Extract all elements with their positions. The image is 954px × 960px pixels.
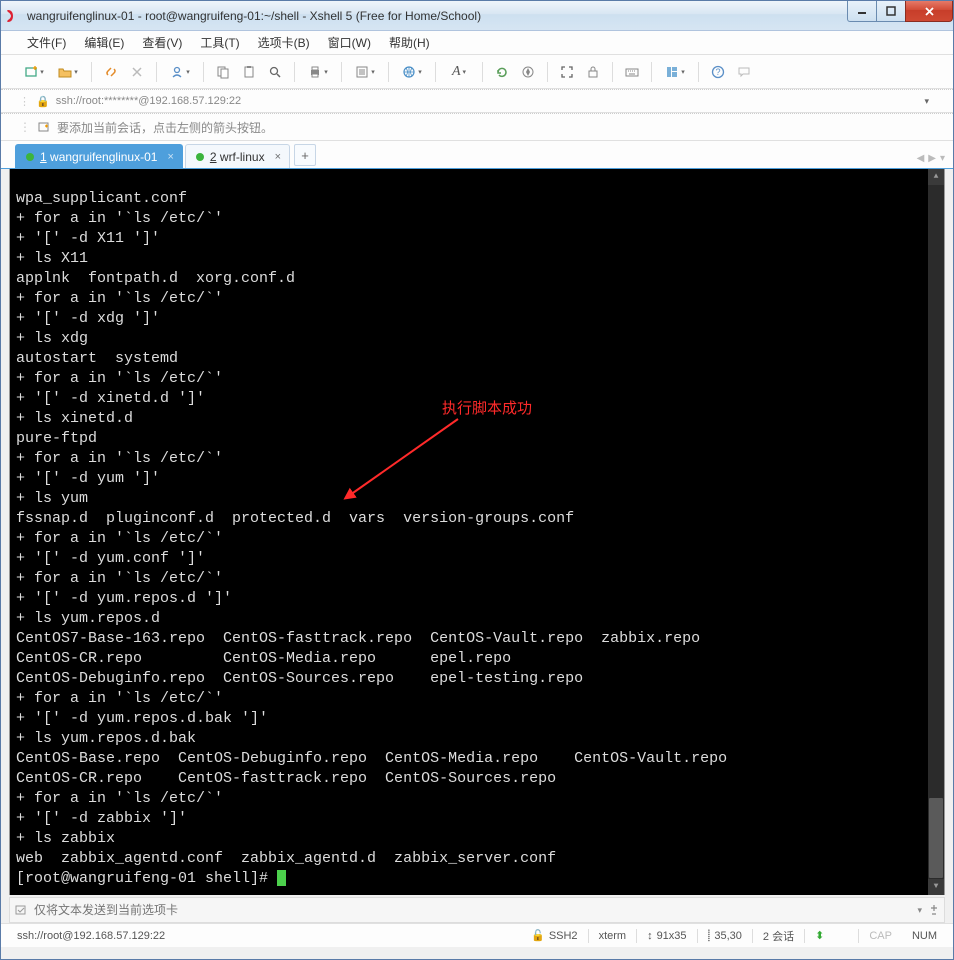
reconnect-button[interactable] — [100, 61, 122, 83]
toolbar-separator — [435, 62, 436, 82]
menu-tabs[interactable]: 选项卡(B) — [250, 32, 318, 53]
scroll-up-button[interactable]: ▲ — [928, 169, 944, 185]
menu-view[interactable]: 查看(V) — [134, 32, 190, 53]
profile-button[interactable] — [165, 61, 195, 83]
minimize-button[interactable] — [847, 1, 877, 22]
tab-next-button[interactable]: ▶ — [928, 153, 936, 164]
window-controls — [848, 1, 953, 23]
annotation-arrow — [340, 413, 470, 503]
scroll-thumb[interactable] — [929, 798, 943, 878]
status-bar: ssh://root@192.168.57.129:22 🔓SSH2 xterm… — [1, 923, 953, 947]
menu-file[interactable]: 文件(F) — [19, 32, 74, 53]
close-button[interactable] — [905, 1, 953, 22]
menu-window[interactable]: 窗口(W) — [320, 32, 379, 53]
send-bar: ▾ — [9, 897, 945, 923]
toolbar-separator — [651, 62, 652, 82]
refresh-button[interactable] — [491, 61, 513, 83]
toolbar-separator — [612, 62, 613, 82]
address-dropdown[interactable]: ▾ — [924, 96, 929, 107]
fullscreen-button[interactable] — [556, 61, 578, 83]
new-session-button[interactable] — [19, 61, 49, 83]
help-button[interactable]: ? — [707, 61, 729, 83]
chat-button[interactable] — [733, 61, 755, 83]
annotation-text: 执行脚本成功 — [442, 399, 532, 419]
status-dot-icon — [26, 153, 34, 161]
tab-bar: 1 wangruifenglinux-01 × 2 wrf-linux × + … — [1, 141, 953, 169]
send-input[interactable] — [34, 903, 911, 917]
tab-label: 2 wrf-linux — [210, 150, 265, 164]
disconnect-button[interactable] — [126, 61, 148, 83]
font-button[interactable]: A — [444, 61, 474, 83]
paste-button[interactable] — [238, 61, 260, 83]
toolbar-separator — [203, 62, 204, 82]
terminal-output: wpa_supplicant.conf + for a in '`ls /etc… — [16, 190, 727, 867]
new-tab-button[interactable]: + — [294, 144, 316, 166]
terminal-prompt: [root@wangruifeng-01 shell]# — [16, 870, 277, 887]
send-dropdown[interactable]: ▾ — [917, 905, 922, 916]
status-traffic: ⬍ — [815, 929, 848, 942]
window-titlebar: wangruifenglinux-01 - root@wangruifeng-0… — [1, 1, 953, 31]
address-bar: ⋮ 🔒 ssh://root:********@192.168.57.129:2… — [1, 89, 953, 113]
tab-prev-button[interactable]: ◀ — [917, 153, 925, 164]
status-dot-icon — [196, 153, 204, 161]
window-title: wangruifenglinux-01 - root@wangruifeng-0… — [27, 9, 949, 23]
status-num: NUM — [912, 930, 937, 942]
menu-bar: 文件(F) 编辑(E) 查看(V) 工具(T) 选项卡(B) 窗口(W) 帮助(… — [1, 31, 953, 55]
svg-text:?: ? — [715, 67, 720, 77]
status-sessions: 2 会话 — [763, 928, 794, 944]
addressbar-grip-icon: ⋮ — [19, 95, 30, 108]
infobar-grip-icon: ⋮ — [19, 120, 31, 134]
toolbar: A ? — [1, 55, 953, 89]
toolbar-separator — [294, 62, 295, 82]
lock-icon: 🔒 — [36, 95, 50, 108]
scroll-down-button[interactable]: ▼ — [928, 879, 944, 895]
toolbar-separator — [91, 62, 92, 82]
tab-wrf-linux[interactable]: 2 wrf-linux × — [185, 144, 290, 168]
compass-button[interactable] — [517, 61, 539, 83]
tab-nav-arrows: ◀ ▶ ▾ — [917, 153, 945, 168]
menu-help[interactable]: 帮助(H) — [381, 32, 438, 53]
copy-button[interactable] — [212, 61, 234, 83]
app-icon — [5, 8, 21, 24]
status-protocol: 🔓SSH2 — [531, 929, 577, 942]
layout-button[interactable] — [660, 61, 690, 83]
terminal-pane[interactable]: wpa_supplicant.conf + for a in '`ls /etc… — [9, 169, 945, 895]
toolbar-separator — [547, 62, 548, 82]
tab-label: 1 wangruifenglinux-01 — [40, 150, 157, 164]
lock-button[interactable] — [582, 61, 604, 83]
open-session-button[interactable] — [53, 61, 83, 83]
keyboard-button[interactable] — [621, 61, 643, 83]
toolbar-separator — [388, 62, 389, 82]
toolbar-separator — [482, 62, 483, 82]
status-connection: ssh://root@192.168.57.129:22 — [17, 930, 511, 942]
maximize-button[interactable] — [876, 1, 906, 22]
toolbar-separator — [698, 62, 699, 82]
menu-edit[interactable]: 编辑(E) — [76, 32, 132, 53]
status-cursor: ⸽35,30 — [708, 928, 742, 943]
tab-close-button[interactable]: × — [275, 151, 281, 163]
print-button[interactable] — [303, 61, 333, 83]
address-url[interactable]: ssh://root:********@192.168.57.129:22 — [56, 95, 241, 107]
status-size: ↕91x35 — [647, 930, 686, 942]
status-terminal-type: xterm — [599, 930, 627, 942]
tab-wangruifenglinux-01[interactable]: 1 wangruifenglinux-01 × — [15, 144, 183, 168]
globe-button[interactable] — [397, 61, 427, 83]
menu-tools[interactable]: 工具(T) — [192, 32, 247, 53]
toolbar-separator — [156, 62, 157, 82]
status-cap: CAP — [869, 930, 892, 942]
pin-button[interactable] — [928, 904, 940, 916]
infobar-hint: 要添加当前会话，点击左侧的箭头按钮。 — [57, 119, 273, 136]
terminal-cursor — [277, 870, 286, 886]
send-icon[interactable] — [14, 903, 28, 917]
find-button[interactable] — [264, 61, 286, 83]
toolbar-separator — [341, 62, 342, 82]
tab-close-button[interactable]: × — [167, 151, 173, 163]
properties-button[interactable] — [350, 61, 380, 83]
lock-icon: 🔓 — [531, 929, 545, 942]
info-bar: ⋮ 要添加当前会话，点击左侧的箭头按钮。 — [1, 113, 953, 141]
tab-list-button[interactable]: ▾ — [940, 153, 945, 164]
scroll-track[interactable] — [928, 185, 944, 797]
terminal-scrollbar[interactable]: ▲ ▼ — [928, 169, 944, 895]
add-session-icon[interactable] — [37, 120, 51, 134]
